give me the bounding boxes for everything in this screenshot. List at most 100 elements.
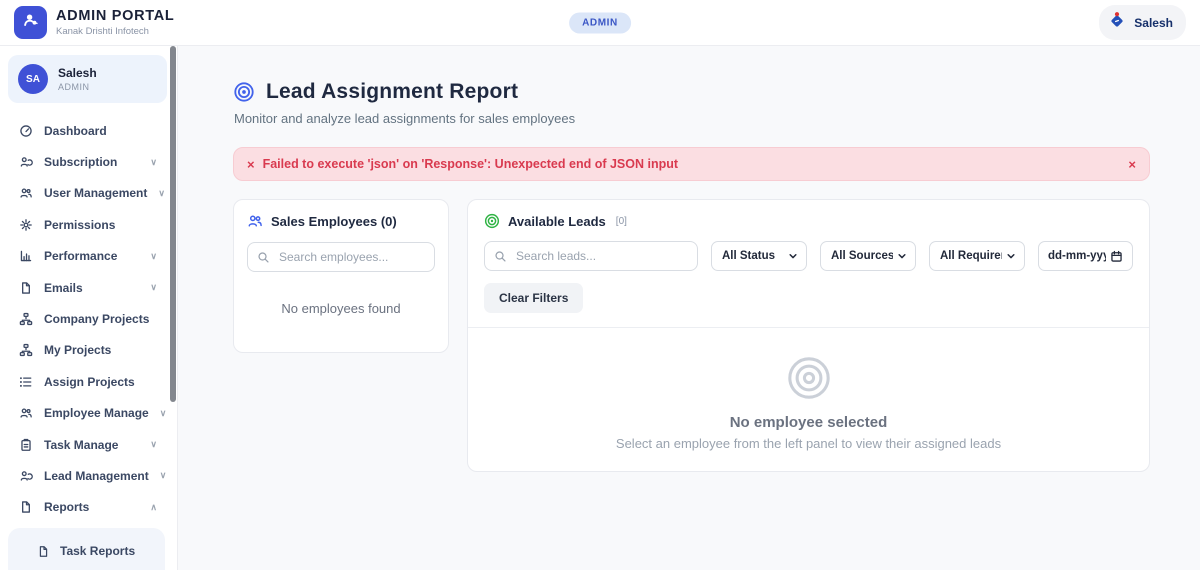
sidebar-item-reports[interactable]: Reports ∧ xyxy=(8,492,167,523)
bullseye-icon xyxy=(233,81,255,103)
sidebar-item-user-management[interactable]: User Management ∨ xyxy=(8,178,167,209)
sidebar-item-lead-management[interactable]: Lead Management ∨ xyxy=(8,460,167,491)
date-filter-input[interactable]: dd-mm-yyyy xyxy=(1038,241,1133,271)
sidebar-user-role: ADMIN xyxy=(58,82,97,92)
sidebar-item-task-manage[interactable]: Task Manage ∨ xyxy=(8,429,167,460)
document-icon xyxy=(18,500,33,514)
sidebar-item-task-reports[interactable]: Task Reports xyxy=(8,528,165,570)
clipboard-icon xyxy=(18,438,33,452)
sidebar-item-label: Employee Manage xyxy=(44,406,149,420)
sidebar-item-subscription[interactable]: Subscription ∨ xyxy=(8,146,167,177)
subscription-icon xyxy=(18,155,33,169)
list-icon xyxy=(18,375,33,389)
sidebar-scrollbar[interactable] xyxy=(170,46,176,402)
sidebar-item-employee-manage[interactable]: Employee Manage ∨ xyxy=(8,398,167,429)
brand-subtitle: Kanak Drishti Infotech xyxy=(56,26,174,37)
employee-search xyxy=(247,242,435,272)
bullseye-icon xyxy=(468,355,1149,401)
sidebar-item-my-projects[interactable]: My Projects xyxy=(8,335,167,366)
status-filter-select[interactable]: All Status xyxy=(711,241,807,271)
leads-empty-subtitle: Select an employee from the left panel t… xyxy=(468,436,1149,451)
avatar: SA xyxy=(18,64,48,94)
sidebar-item-label: Reports xyxy=(44,500,139,514)
document-icon xyxy=(36,545,51,558)
brand-logo xyxy=(14,6,47,39)
employees-panel-title: Sales Employees (0) xyxy=(271,214,397,229)
users-icon xyxy=(247,213,263,229)
sidebar-item-permissions[interactable]: Permissions xyxy=(8,209,167,240)
company-diamond-icon xyxy=(1107,10,1127,35)
sidebar-item-performance[interactable]: Performance ∨ xyxy=(8,241,167,272)
bar-chart-icon xyxy=(18,249,33,263)
sidebar-nav: Dashboard Subscription ∨ User Management… xyxy=(8,103,167,523)
clear-filters-button[interactable]: Clear Filters xyxy=(484,283,583,313)
sidebar-item-label: Task Manage xyxy=(44,438,139,452)
employee-search-input[interactable] xyxy=(277,249,425,265)
document-icon xyxy=(18,281,33,295)
sidebar-item-label: Lead Management xyxy=(44,469,149,483)
search-icon xyxy=(494,250,507,263)
admin-role-badge: ADMIN xyxy=(569,12,631,33)
sidebar-item-label: Permissions xyxy=(44,218,157,232)
chevron-up-icon: ∧ xyxy=(150,502,157,513)
chevron-down-icon: ∨ xyxy=(160,470,167,481)
sidebar-item-assign-projects[interactable]: Assign Projects xyxy=(8,366,167,397)
brand-title: ADMIN PORTAL xyxy=(56,8,174,25)
sidebar: SA Salesh ADMIN Dashboard Subscription ∨ xyxy=(0,46,178,570)
chevron-down-icon xyxy=(788,251,798,261)
sidebar-item-label: Performance xyxy=(44,249,139,263)
requirements-filter-select[interactable]: All Requirements xyxy=(929,241,1025,271)
sidebar-item-label: Emails xyxy=(44,281,139,295)
sidebar-item-company-projects[interactable]: Company Projects xyxy=(8,303,167,334)
leads-empty-title: No employee selected xyxy=(468,414,1149,431)
date-filter-value: dd-mm-yyyy xyxy=(1048,250,1106,262)
chevron-down-icon: ∨ xyxy=(150,251,157,262)
brand: ADMIN PORTAL Kanak Drishti Infotech xyxy=(14,6,174,39)
requirements-filter-value: All Requirements xyxy=(940,250,1002,262)
sidebar-item-label: My Projects xyxy=(44,343,157,357)
user-name: Salesh xyxy=(1134,16,1173,30)
sitemap-icon xyxy=(18,343,33,357)
sidebar-item-label: Task Reports xyxy=(60,544,155,558)
sidebar-item-label: Dashboard xyxy=(44,124,157,138)
chevron-down-icon: ∨ xyxy=(160,408,167,419)
sources-filter-select[interactable]: All Sources xyxy=(820,241,916,271)
user-menu-button[interactable]: Salesh xyxy=(1099,5,1186,40)
sales-employees-panel: Sales Employees (0) No employees found xyxy=(233,199,449,353)
search-icon xyxy=(257,251,270,264)
sources-filter-value: All Sources xyxy=(831,250,893,262)
error-message: Failed to execute 'json' on 'Response': … xyxy=(263,157,1129,171)
sidebar-item-label: Subscription xyxy=(44,155,139,169)
chevron-down-icon: ∨ xyxy=(150,439,157,450)
leads-panel-title: Available Leads xyxy=(508,214,606,229)
gear-icon xyxy=(18,218,33,232)
leads-search-input[interactable] xyxy=(514,248,688,264)
sidebar-item-label: Assign Projects xyxy=(44,375,157,389)
users-icon xyxy=(18,406,33,420)
sidebar-item-emails[interactable]: Emails ∨ xyxy=(8,272,167,303)
leads-search xyxy=(484,241,698,271)
sidebar-user-name: Salesh xyxy=(58,66,97,80)
error-alert: × Failed to execute 'json' on 'Response'… xyxy=(233,147,1150,181)
page-subtitle: Monitor and analyze lead assignments for… xyxy=(234,111,1150,126)
sidebar-item-dashboard[interactable]: Dashboard xyxy=(8,115,167,146)
app-header: ADMIN PORTAL Kanak Drishti Infotech ADMI… xyxy=(0,0,1200,46)
employees-empty-text: No employees found xyxy=(247,301,435,316)
users-icon xyxy=(18,186,33,200)
chevron-down-icon: ∨ xyxy=(158,188,165,199)
available-leads-panel: Available Leads [0] All Status xyxy=(467,199,1150,472)
bullseye-icon xyxy=(484,213,500,229)
calendar-icon xyxy=(1110,250,1123,263)
chevron-down-icon: ∨ xyxy=(150,282,157,293)
sidebar-user-card[interactable]: SA Salesh ADMIN xyxy=(8,55,167,103)
sitemap-icon xyxy=(18,312,33,326)
dashboard-icon xyxy=(18,124,33,138)
page-title: Lead Assignment Report xyxy=(266,80,518,104)
chevron-down-icon xyxy=(1006,251,1016,261)
leads-empty-state: No employee selected Select an employee … xyxy=(468,328,1149,471)
users-icon xyxy=(18,469,33,483)
person-badge-icon xyxy=(22,11,40,34)
main-content: Lead Assignment Report Monitor and analy… xyxy=(178,46,1200,570)
status-filter-value: All Status xyxy=(722,250,775,262)
close-icon[interactable]: × xyxy=(1128,158,1136,171)
